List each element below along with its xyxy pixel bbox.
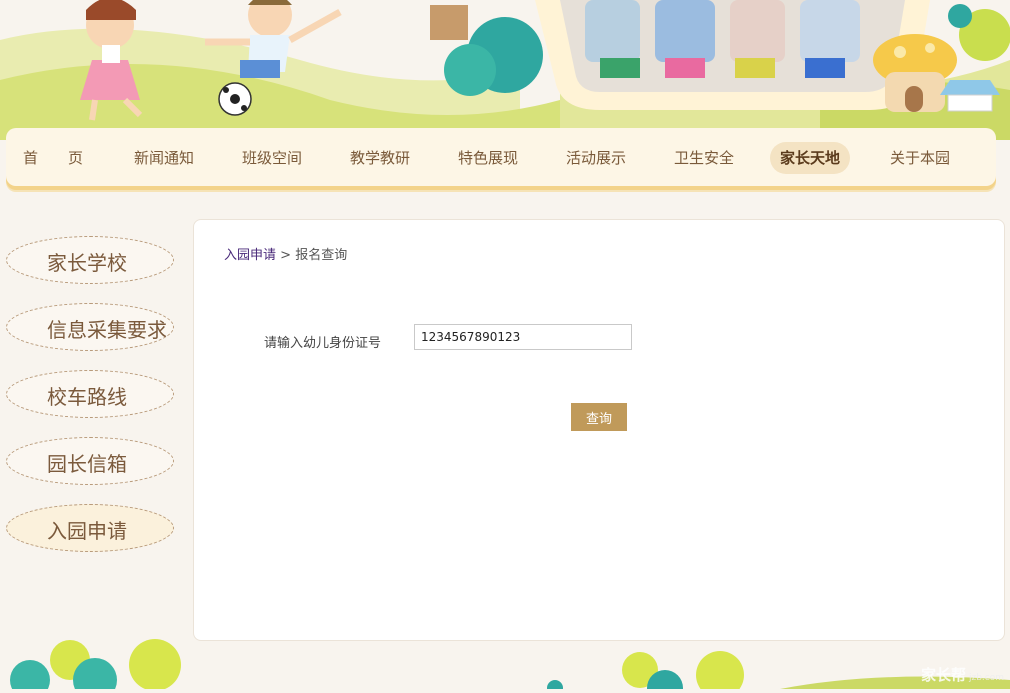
- sidebar-item-label: 家长学校: [47, 251, 127, 275]
- nav-item-features[interactable]: 特色展现: [446, 142, 530, 174]
- nav-item-class-space[interactable]: 班级空间: [230, 142, 314, 174]
- sidebar-item-label: 入园申请: [47, 519, 127, 543]
- sidebar-item-label: 校车路线: [47, 385, 127, 409]
- nav-item-activities[interactable]: 活动展示: [554, 142, 638, 174]
- breadcrumb-current: 报名查询: [295, 248, 348, 263]
- watermark-sub: jzb.com: [968, 673, 1004, 683]
- nav-item-teaching[interactable]: 教学教研: [338, 142, 422, 174]
- footer-trees: [10, 639, 1010, 693]
- sidebar-item-info-requirements[interactable]: 信息采集要求: [6, 303, 174, 351]
- sidebar-item-label: 信息采集要求: [47, 318, 167, 342]
- id-number-input[interactable]: [414, 324, 632, 350]
- nav-item-news[interactable]: 新闻通知: [122, 142, 206, 174]
- main-nav: 首 页 新闻通知 班级空间 教学教研 特色展现 活动展示 卫生安全 家长天地 关…: [6, 128, 996, 186]
- breadcrumb: 入园申请 > 报名查询: [224, 244, 347, 263]
- id-number-label: 请输入幼儿身份证号: [264, 336, 382, 351]
- sidebar-item-principal-mailbox[interactable]: 园长信箱: [6, 437, 174, 485]
- sidebar-item-enrollment[interactable]: 入园申请: [6, 504, 174, 552]
- breadcrumb-parent-link[interactable]: 入园申请: [224, 248, 276, 263]
- footer-illustration: 家长帮 jzb.com: [0, 630, 1010, 693]
- query-button[interactable]: 查询: [571, 403, 627, 431]
- nav-item-home[interactable]: 首 页: [16, 142, 90, 174]
- breadcrumb-separator: >: [280, 248, 292, 263]
- sidebar-item-bus-route[interactable]: 校车路线: [6, 370, 174, 418]
- nav-item-health-safety[interactable]: 卫生安全: [662, 142, 746, 174]
- nav-item-about[interactable]: 关于本园: [878, 142, 962, 174]
- sidebar-item-parent-school[interactable]: 家长学校: [6, 236, 174, 284]
- watermark-text: 家长帮: [920, 666, 966, 684]
- nav-item-parents[interactable]: 家长天地: [770, 142, 850, 174]
- content-panel: 入园申请 > 报名查询 请输入幼儿身份证号 查询: [193, 219, 1005, 641]
- sidebar-item-label: 园长信箱: [47, 452, 127, 476]
- watermark: 家长帮 jzb.com: [921, 664, 1004, 685]
